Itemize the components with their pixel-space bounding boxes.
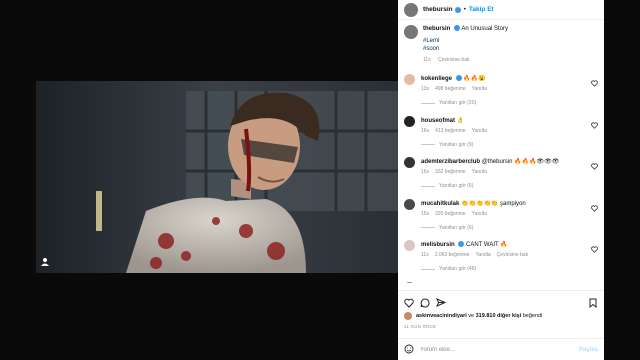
view-replies[interactable]: Yanıtları gör (6): [421, 225, 589, 231]
list-item: kokenliege 🔥🔥😮 13s 498 beğenme Yanıtla Yan…: [398, 70, 604, 112]
view-replies[interactable]: Yanıtları gör (20): [421, 100, 589, 106]
reply-button[interactable]: Yanıtla: [472, 86, 487, 92]
divider: [421, 227, 435, 228]
comments-list[interactable]: kokenliege 🔥🔥😮 13s 498 beğenme Yanıtla Yan…: [398, 70, 604, 283]
heart-icon[interactable]: [591, 205, 598, 212]
avatar[interactable]: [404, 198, 415, 210]
avatar[interactable]: [404, 115, 415, 127]
heart-icon[interactable]: [591, 80, 598, 87]
reply-button[interactable]: Yanıtla: [472, 211, 487, 217]
comment-likes[interactable]: 498 beğenme: [435, 86, 466, 92]
comment-text: 🔥🔥😮: [463, 76, 486, 82]
avatar[interactable]: [404, 2, 418, 17]
hashtag[interactable]: #Lemi: [423, 37, 508, 45]
list-item: mucahitkulak 👏👏👏👏👏 şampiyon 15s 320 beğen…: [398, 195, 604, 237]
hashtag[interactable]: #soon: [423, 45, 508, 53]
post-image: [36, 81, 398, 273]
verified-icon: [454, 25, 461, 32]
view-replies-label: Yanıtları gör (46): [439, 266, 477, 272]
caption-age: 11s: [423, 57, 431, 63]
comment-input[interactable]: [420, 346, 579, 353]
comment-age: 15s: [421, 210, 430, 217]
verified-icon: [454, 6, 461, 13]
avatar[interactable]: [404, 281, 415, 283]
avatar[interactable]: [404, 74, 415, 85]
comment-text: CANT WAIT 🔥: [466, 242, 508, 248]
comment-text: @thebursin 🔥🔥🔥👁👁👁: [481, 159, 560, 165]
reply-button[interactable]: Yanıtla: [472, 169, 487, 175]
likes-suffix: beğendi: [521, 313, 543, 319]
verified-icon: [458, 241, 465, 248]
view-replies[interactable]: Yanıtları gör (6): [421, 183, 589, 189]
view-replies-label: Yanıtları gör (6): [439, 224, 474, 231]
comment-likes[interactable]: 413 beğenme: [435, 128, 466, 134]
divider: [421, 102, 435, 104]
comment-likes[interactable]: 332 beğenme: [435, 169, 466, 175]
post-comment-button[interactable]: Paylaş: [579, 347, 598, 353]
comment-username[interactable]: mucahitkulak: [421, 201, 459, 207]
likes-summary[interactable]: askinveacinindiyari ve 319.810 diğer kiş…: [404, 312, 542, 320]
caption-text: An Unusual Story: [461, 26, 509, 32]
view-replies-label: Yanıtları gör (9): [439, 141, 474, 148]
separator-dot: •: [463, 6, 466, 13]
reply-button[interactable]: Yanıtla: [472, 128, 487, 134]
share-icon[interactable]: [436, 295, 447, 307]
post-actions: [398, 290, 604, 308]
avatar[interactable]: [404, 25, 418, 39]
view-replies[interactable]: Yanıtları gör (9): [421, 142, 589, 148]
view-replies-label: Yanıtları gör (6): [439, 183, 474, 189]
list-item: melisbursin CANT WAIT 🔥 11s 2.063 beğenme…: [398, 236, 604, 278]
comment-username[interactable]: kokenliege: [421, 76, 452, 82]
comment-icon[interactable]: [420, 295, 430, 307]
likes-conjunction: ve: [466, 313, 476, 319]
author-username[interactable]: thebursin: [423, 6, 453, 13]
avatar[interactable]: [404, 240, 415, 251]
heart-icon[interactable]: [591, 163, 598, 170]
divider: [421, 185, 435, 187]
follow-button[interactable]: Takip Et: [469, 6, 494, 13]
comment-username[interactable]: ademterzibarberclub: [421, 159, 480, 165]
comment-likes[interactable]: 2.063 beğenme: [435, 252, 470, 258]
heart-icon[interactable]: [591, 246, 598, 253]
smiley-icon[interactable]: [404, 344, 414, 356]
bookmark-icon[interactable]: [588, 295, 598, 308]
comment-username[interactable]: melisbursin: [421, 242, 455, 248]
comment-composer: Paylaş: [398, 338, 604, 360]
comment-username[interactable]: houseofmat: [421, 118, 455, 124]
divider: [421, 268, 435, 270]
caption-username[interactable]: thebursin: [423, 26, 450, 32]
comment-text: 👌: [456, 117, 465, 124]
comment-age: 13s: [421, 86, 430, 92]
comment-age: 16s: [421, 169, 430, 175]
tag-user-icon[interactable]: [40, 257, 50, 267]
heart-icon[interactable]: [591, 122, 598, 129]
post-age[interactable]: 11 GÜN ÖNCE: [404, 324, 436, 329]
view-replies[interactable]: Yanıtları gör (46): [421, 266, 589, 272]
translate-link[interactable]: Çevirisine bak: [497, 252, 528, 258]
list-item: ademterzibarberclub @thebursin 🔥🔥🔥👁👁👁 16…: [398, 153, 604, 195]
list-item: houseofmat 👌 16s 413 beğenme Yanıtla Yanıt…: [398, 112, 604, 154]
post-header: thebursin • Takip Et: [398, 0, 604, 20]
post-panel: thebursin • Takip Et thebursin An Unusua…: [398, 0, 604, 360]
comment-age: 11s: [421, 252, 429, 258]
avatar[interactable]: [404, 157, 415, 168]
comment-text: 👏👏👏👏👏 şampiyon: [461, 200, 526, 207]
view-replies-label: Yanıtları gör (20): [439, 100, 477, 106]
reply-button[interactable]: Yanıtla: [475, 252, 490, 258]
avatar: [404, 312, 412, 320]
verified-icon: [455, 75, 462, 82]
list-item: ebrardemirbilekresmi ❤️❤️❤️❤️😂😂😂😂: [398, 278, 604, 283]
comment-likes[interactable]: 320 beğenme: [435, 211, 466, 217]
likes-count[interactable]: 319.810 diğer kişi: [476, 313, 522, 319]
caption: thebursin An Unusual Story #Lemi #soon 1…: [398, 20, 604, 64]
heart-icon[interactable]: [404, 295, 414, 308]
translate-link[interactable]: Çevirisine bak: [438, 57, 469, 63]
liker-username[interactable]: askinveacinindiyari: [416, 313, 467, 319]
divider: [421, 144, 435, 145]
comment-age: 16s: [421, 127, 430, 134]
